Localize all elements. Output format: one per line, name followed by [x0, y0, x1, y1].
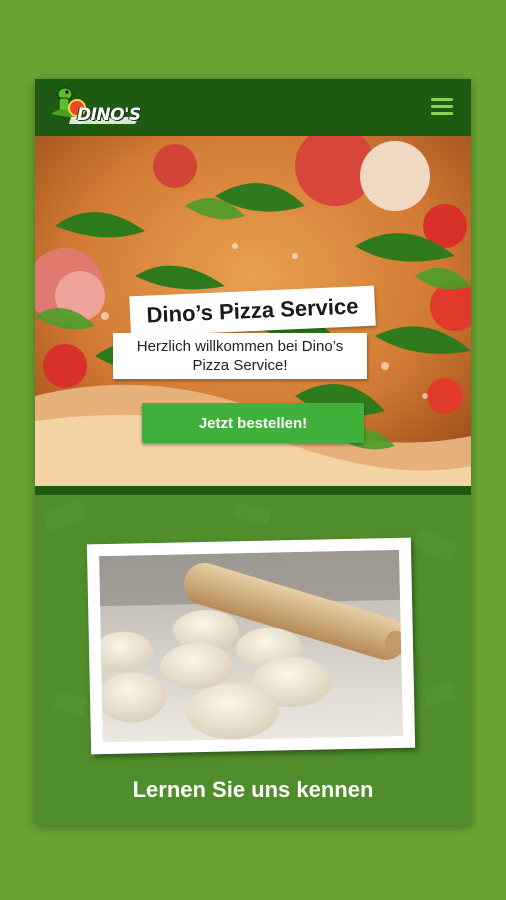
dinos-logo[interactable]: DINO'S: [47, 84, 142, 130]
app-frame: DINO'S Dino’s Pizza Service Herzlich wil…: [35, 79, 471, 825]
top-navigation-bar: DINO'S: [35, 79, 471, 136]
about-section: Lernen Sie uns kennen: [35, 495, 471, 825]
hero-subtitle-card: Herzlich willkommen bei Dino’s Pizza Ser…: [113, 333, 367, 379]
about-heading[interactable]: Lernen Sie uns kennen: [35, 777, 471, 803]
hamburger-menu-icon[interactable]: [431, 98, 453, 116]
dough-balls-image: [99, 549, 403, 743]
hero-title: Dino’s Pizza Service: [146, 293, 359, 328]
hero-divider: [35, 486, 471, 495]
order-now-button[interactable]: Jetzt bestellen!: [142, 403, 364, 443]
dough-photo-frame[interactable]: [86, 537, 416, 755]
dough-photo: [99, 549, 403, 743]
hero-subtitle: Herzlich willkommen bei Dino’s Pizza Ser…: [136, 338, 344, 374]
hero-banner: Dino’s Pizza Service Herzlich willkommen…: [35, 136, 471, 486]
logo-text: DINO'S: [77, 105, 141, 125]
